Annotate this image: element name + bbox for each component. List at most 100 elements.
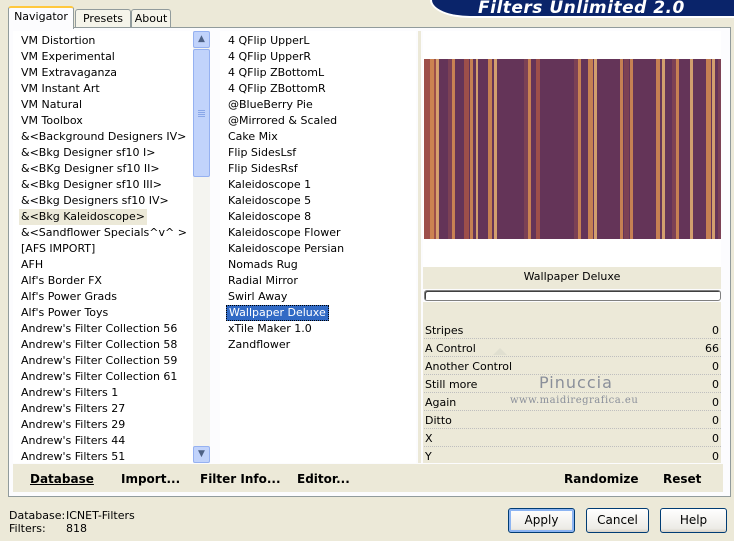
filters-info-value: 818 xyxy=(66,522,87,535)
watermark-url: www.maidiregrafica.eu xyxy=(510,395,639,406)
filter-item[interactable]: Kaleidoscope 5 xyxy=(226,193,313,209)
control-row[interactable]: A Control 66 xyxy=(424,340,721,358)
control-value: 0 xyxy=(712,450,719,463)
filter-item[interactable]: Swirl Away xyxy=(226,289,289,305)
category-item[interactable]: [AFS IMPORT] xyxy=(19,241,97,257)
apply-button[interactable]: Apply xyxy=(508,508,575,533)
filter-item[interactable]: Kaleidoscope Persian xyxy=(226,241,346,257)
category-item[interactable]: VM Distortion xyxy=(19,33,97,49)
filter-item[interactable]: xTile Maker 1.0 xyxy=(226,321,314,337)
control-track[interactable] xyxy=(424,410,721,411)
filter-item[interactable]: Zandflower xyxy=(226,337,292,353)
control-track[interactable] xyxy=(424,356,721,357)
scroll-up-button[interactable]: ▲ xyxy=(193,31,210,48)
category-item[interactable]: Andrew's Filters 27 xyxy=(19,401,127,417)
control-row[interactable]: X0 xyxy=(424,430,721,448)
category-item[interactable]: Andrew's Filters 51 xyxy=(19,449,127,463)
app-title: Filters Unlimited 2.0 xyxy=(478,0,685,18)
control-value: 66 xyxy=(705,342,719,355)
filter-item[interactable]: @Mirrored & Scaled xyxy=(226,113,339,129)
database-label: Database xyxy=(30,472,94,486)
filter-item[interactable]: Kaleidoscope 1 xyxy=(226,177,313,193)
control-value: 0 xyxy=(712,324,719,337)
category-item[interactable]: &<BKg Designer sf10 II> xyxy=(19,161,162,177)
tab-about[interactable]: About xyxy=(131,9,171,28)
filter-item[interactable]: 4 QFlip ZBottomL xyxy=(226,65,326,81)
editor-button[interactable]: Editor... xyxy=(297,472,350,486)
control-track[interactable] xyxy=(424,428,721,429)
filter-item[interactable]: Radial Mirror xyxy=(226,273,300,289)
category-item[interactable]: VM Instant Art xyxy=(19,81,102,97)
category-scrollbar[interactable]: ▲ ▼ xyxy=(193,31,210,463)
category-item[interactable]: Andrew's Filters 1 xyxy=(19,385,120,401)
control-track[interactable] xyxy=(424,338,721,339)
control-track[interactable] xyxy=(424,392,721,393)
category-item[interactable]: VM Toolbox xyxy=(19,113,85,129)
filters-info-label: Filters: xyxy=(9,522,46,535)
control-track[interactable] xyxy=(424,446,721,447)
filter-item[interactable]: Wallpaper Deluxe xyxy=(226,305,329,321)
filter-item[interactable]: Flip SidesRsf xyxy=(226,161,300,177)
filter-item[interactable]: Cake Mix xyxy=(226,129,280,145)
grip-line xyxy=(198,114,205,115)
category-item[interactable]: &<Sandflower Specials^v^ > xyxy=(19,225,189,241)
control-label: Y xyxy=(425,450,432,463)
control-label: Ditto xyxy=(425,414,452,427)
reset-button[interactable]: Reset xyxy=(663,472,701,486)
randomize-button[interactable]: Randomize xyxy=(564,472,638,486)
category-item[interactable]: Alf's Power Grads xyxy=(19,289,119,305)
tab-presets[interactable]: Presets xyxy=(75,9,131,28)
category-list[interactable]: VM Distortion VM Experimental VM Extravaga… xyxy=(13,31,210,463)
progress-bar xyxy=(424,290,721,301)
category-item[interactable]: &<Bkg Designer sf10 III> xyxy=(19,177,164,193)
category-item[interactable]: Andrew's Filter Collection 58 xyxy=(19,337,179,353)
preview-image xyxy=(424,59,721,239)
grip-line xyxy=(198,110,205,111)
category-item[interactable]: VM Natural xyxy=(19,97,84,113)
category-item[interactable]: &<Bkg Kaleidoscope> xyxy=(19,209,148,225)
category-item[interactable]: Andrew's Filter Collection 56 xyxy=(19,321,179,337)
category-item[interactable]: Andrew's Filter Collection 59 xyxy=(19,353,179,369)
control-row[interactable]: Stripes 0 xyxy=(424,322,721,340)
control-value: 0 xyxy=(712,432,719,445)
import-button[interactable]: Import... xyxy=(121,472,180,486)
category-item[interactable]: AFH xyxy=(19,257,45,273)
selected-filter-name: Wallpaper Deluxe xyxy=(523,270,621,283)
category-item[interactable]: &<Background Designers IV> xyxy=(19,129,188,145)
scroll-down-button[interactable]: ▼ xyxy=(193,446,210,463)
cancel-button[interactable]: Cancel xyxy=(586,508,649,533)
category-item[interactable]: Alf's Border FX xyxy=(19,273,104,289)
database-info-label: Database: xyxy=(9,509,66,522)
filter-item[interactable]: 4 QFlip ZBottomR xyxy=(226,81,328,97)
control-label: A Control xyxy=(425,342,476,355)
category-item[interactable]: &<Bkg Designers sf10 IV> xyxy=(19,193,171,209)
filter-item[interactable]: 4 QFlip UpperL xyxy=(226,33,312,49)
category-item[interactable]: VM Experimental xyxy=(19,49,117,65)
grip-line xyxy=(198,116,205,117)
filter-item[interactable]: Kaleidoscope Flower xyxy=(226,225,343,241)
category-item[interactable]: Andrew's Filters 44 xyxy=(19,433,127,449)
category-item[interactable]: Alf's Power Toys xyxy=(19,305,110,321)
control-value: 0 xyxy=(712,360,719,373)
help-button[interactable]: Help xyxy=(660,508,727,533)
filter-item[interactable]: 4 QFlip UpperR xyxy=(226,49,313,65)
category-item[interactable]: VM Extravaganza xyxy=(19,65,119,81)
database-button[interactable]: Database xyxy=(30,472,94,486)
filter-list[interactable]: 4 QFlip UpperL 4 QFlip UpperR 4 QFlip ZBot… xyxy=(220,31,416,463)
watermark-name: Pinuccia xyxy=(539,373,613,392)
filter-item[interactable]: Flip SidesLsf xyxy=(226,145,298,161)
control-label: Another Control xyxy=(425,360,513,373)
control-value: 0 xyxy=(712,396,719,409)
database-info-value: ICNET-Filters xyxy=(66,509,135,522)
scroll-thumb[interactable] xyxy=(193,49,210,177)
category-item[interactable]: Andrew's Filter Collection 61 xyxy=(19,369,179,385)
filter-item[interactable]: Nomads Rug xyxy=(226,257,300,273)
filter-info-button[interactable]: Filter Info... xyxy=(200,472,281,486)
category-item[interactable]: Andrew's Filters 29 xyxy=(19,417,127,433)
control-row[interactable]: Ditto 0 xyxy=(424,412,721,430)
category-item[interactable]: &<Bkg Designer sf10 I> xyxy=(19,145,158,161)
control-label: Still more xyxy=(425,378,478,391)
filter-item[interactable]: @BlueBerry Pie xyxy=(226,97,315,113)
filter-item[interactable]: Kaleidoscope 8 xyxy=(226,209,313,225)
tab-navigator[interactable]: Navigator xyxy=(8,6,74,29)
